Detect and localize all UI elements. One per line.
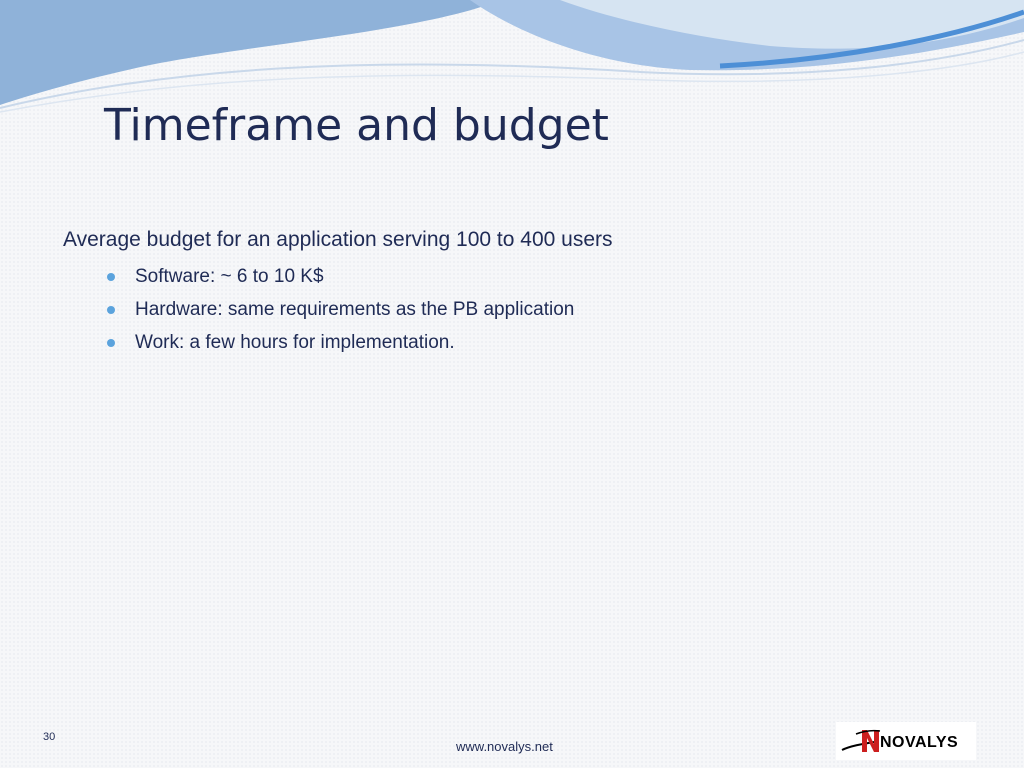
novalys-logo: NOVALYS [836, 722, 976, 760]
slide-number: 30 [43, 731, 56, 743]
bullet-text: Work: a few hours for implementation. [135, 332, 455, 353]
bullet-item-hardware: Hardware: same requirements as the PB ap… [107, 296, 574, 329]
bullet-text: Hardware: same requirements as the PB ap… [135, 299, 575, 320]
slide-title: Timeframe and budget [104, 100, 609, 151]
bullet-list: Software: ~ 6 to 10 K$ Hardware: same re… [107, 263, 574, 362]
bullet-item-work: Work: a few hours for implementation. [107, 329, 574, 362]
footer-url: www.novalys.net [456, 739, 553, 754]
bullet-text: Software: ~ 6 to 10 K$ [135, 266, 324, 287]
bullet-dot-icon [107, 306, 115, 314]
slide-lead-text: Average budget for an application servin… [63, 228, 613, 251]
logo-wordmark: NOVALYS [880, 734, 959, 751]
bullet-dot-icon [107, 273, 115, 281]
bullet-item-software: Software: ~ 6 to 10 K$ [107, 263, 574, 296]
bullet-dot-icon [107, 339, 115, 347]
